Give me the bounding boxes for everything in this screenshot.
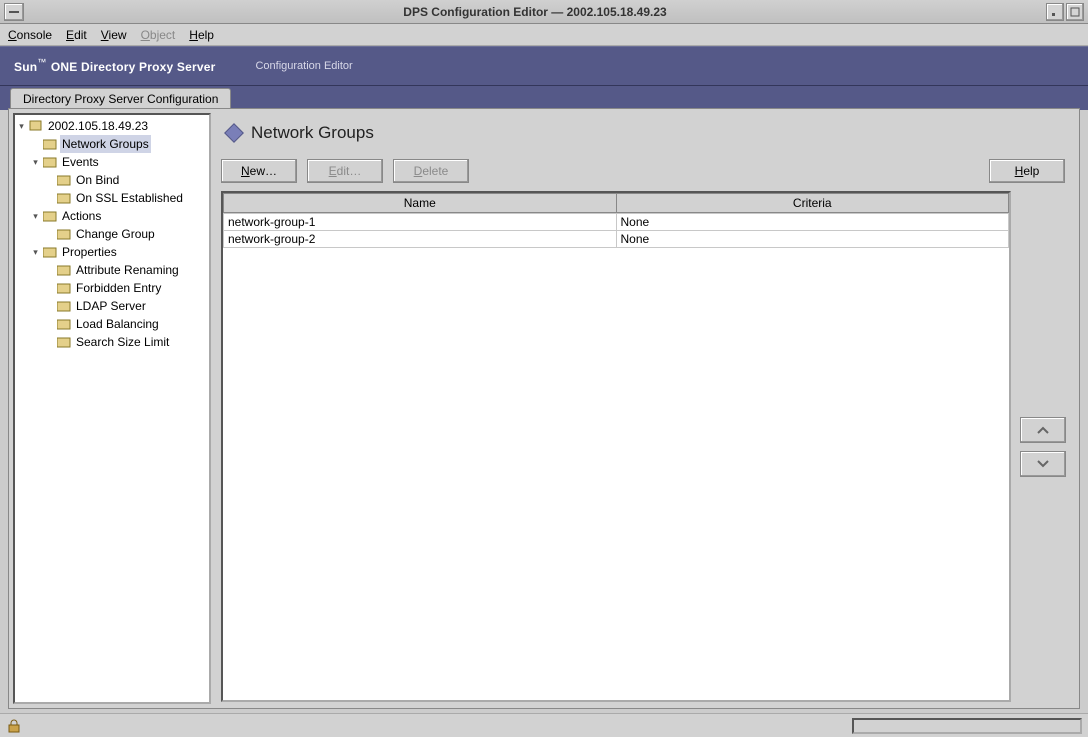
tree-load-balancing[interactable]: Load Balancing <box>45 315 209 333</box>
tree-properties[interactable]: ▾ Properties <box>31 243 209 261</box>
folder-icon <box>57 336 71 348</box>
folder-icon <box>57 282 71 294</box>
tab-region: Directory Proxy Server Configuration <box>0 86 1088 110</box>
status-well <box>852 718 1082 734</box>
cell-name: network-group-2 <box>224 231 617 248</box>
cell-criteria: None <box>616 214 1009 231</box>
maximize-icon <box>1070 7 1080 17</box>
menu-help[interactable]: Help <box>189 28 214 42</box>
folder-icon <box>43 246 57 258</box>
folder-icon <box>43 210 57 222</box>
folder-icon <box>57 192 71 204</box>
server-icon <box>29 120 43 132</box>
tree-events-label: Events <box>60 153 101 171</box>
reorder-controls <box>1019 191 1067 702</box>
table-row[interactable]: network-group-1 None <box>224 214 1009 231</box>
product-name: Sun™ ONE Directory Proxy Server <box>14 57 215 75</box>
minimize-icon <box>1050 7 1060 17</box>
window-menu-button[interactable] <box>4 3 24 21</box>
collapse-icon[interactable]: ▾ <box>31 158 40 167</box>
window-title: DPS Configuration Editor — 2002.105.18.4… <box>24 5 1046 19</box>
help-button[interactable]: Help <box>989 159 1065 183</box>
tree-ldap-server[interactable]: LDAP Server <box>45 297 209 315</box>
statusbar <box>0 713 1088 737</box>
toolbar: New… Edit… Delete Help <box>221 159 1067 183</box>
workspace: ▾ 2002.105.18.49.23 Network Groups <box>8 108 1080 709</box>
delete-button: Delete <box>393 159 469 183</box>
tree-attr-renaming[interactable]: Attribute Renaming <box>45 261 209 279</box>
folder-icon <box>57 264 71 276</box>
menu-object: Object <box>141 28 176 42</box>
folder-icon <box>43 138 57 150</box>
folder-icon <box>57 300 71 312</box>
window-maximize-button[interactable] <box>1066 3 1084 21</box>
collapse-icon[interactable]: ▾ <box>17 122 26 131</box>
col-name[interactable]: Name <box>224 194 617 213</box>
tree-forbidden-entry[interactable]: Forbidden Entry <box>45 279 209 297</box>
cell-criteria: None <box>616 231 1009 248</box>
new-button[interactable]: New… <box>221 159 297 183</box>
diamond-icon <box>224 123 244 143</box>
folder-icon <box>57 228 71 240</box>
collapse-icon[interactable]: ▾ <box>31 248 40 257</box>
section-title: Network Groups <box>221 119 1067 151</box>
chevron-up-icon <box>1036 425 1050 435</box>
dash-icon <box>8 10 20 14</box>
tree-on-bind[interactable]: On Bind <box>45 171 209 189</box>
menubar: Console Edit View Object Help <box>0 24 1088 46</box>
menu-edit[interactable]: Edit <box>66 28 87 42</box>
col-criteria[interactable]: Criteria <box>616 194 1009 213</box>
tree-search-size-limit[interactable]: Search Size Limit <box>45 333 209 351</box>
move-up-button[interactable] <box>1020 417 1066 443</box>
tree-network-groups-label: Network Groups <box>60 135 151 153</box>
edit-button: Edit… <box>307 159 383 183</box>
tree-panel[interactable]: ▾ 2002.105.18.49.23 Network Groups <box>13 113 211 704</box>
tab-dps-configuration[interactable]: Directory Proxy Server Configuration <box>10 88 231 110</box>
window-titlebar: DPS Configuration Editor — 2002.105.18.4… <box>0 0 1088 24</box>
section-title-text: Network Groups <box>251 123 374 143</box>
folder-icon <box>43 156 57 168</box>
network-groups-table[interactable]: Name Criteria network-group-1 None <box>221 191 1011 702</box>
tree-root[interactable]: ▾ 2002.105.18.49.23 <box>17 117 209 135</box>
table-row[interactable]: network-group-2 None <box>224 231 1009 248</box>
header-band: Sun™ ONE Directory Proxy Server Configur… <box>0 46 1088 86</box>
tree-events[interactable]: ▾ Events <box>31 153 209 171</box>
window-minimize-button[interactable] <box>1046 3 1064 21</box>
cell-name: network-group-1 <box>224 214 617 231</box>
main-area: Network Groups New… Edit… Delete Help Na… <box>215 109 1079 708</box>
lock-icon <box>6 719 22 733</box>
tree-on-ssl-established[interactable]: On SSL Established <box>45 189 209 207</box>
folder-icon <box>57 174 71 186</box>
move-down-button[interactable] <box>1020 451 1066 477</box>
menu-view[interactable]: View <box>101 28 127 42</box>
menu-console[interactable]: Console <box>8 28 52 42</box>
header-sublabel: Configuration Editor <box>255 60 352 72</box>
tree-actions[interactable]: ▾ Actions <box>31 207 209 225</box>
tree-root-label: 2002.105.18.49.23 <box>46 117 150 135</box>
collapse-icon[interactable]: ▾ <box>31 212 40 221</box>
folder-icon <box>57 318 71 330</box>
tree-change-group[interactable]: Change Group <box>45 225 209 243</box>
chevron-down-icon <box>1036 459 1050 469</box>
tree-network-groups[interactable]: Network Groups <box>31 135 209 153</box>
